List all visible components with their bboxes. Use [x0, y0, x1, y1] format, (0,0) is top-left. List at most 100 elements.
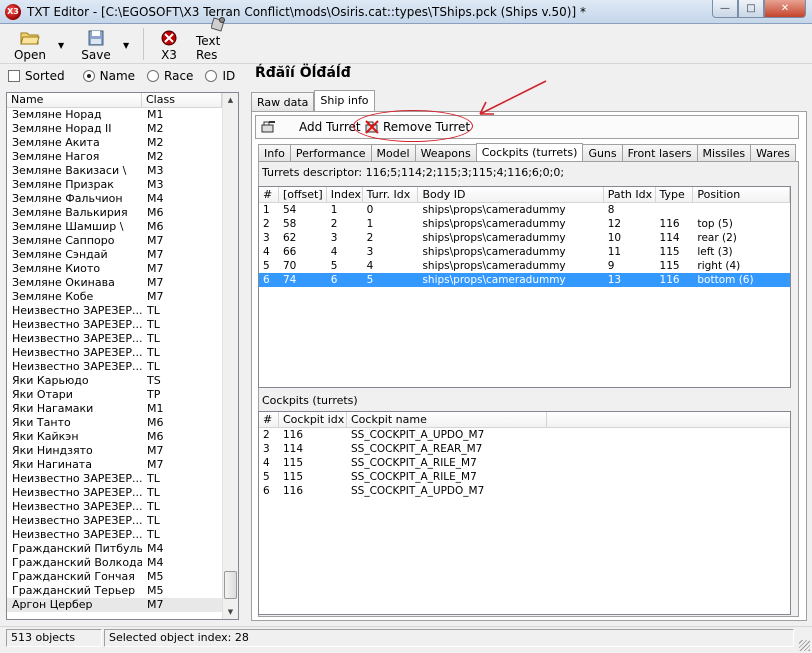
tab-wares[interactable]: Wares	[750, 144, 796, 161]
ship-class-cell: TL	[147, 318, 160, 331]
turret-column-header[interactable]: #	[259, 187, 279, 202]
add-turret-icon[interactable]	[260, 118, 276, 135]
turret-column-header[interactable]: Turr. Idx	[363, 187, 419, 202]
name-radio[interactable]: Name	[82, 69, 135, 83]
scroll-up-arrow-icon[interactable]: ▲	[223, 93, 238, 107]
ship-list-scrollbar[interactable]: ▲ ▼	[222, 93, 238, 619]
turret-column-header[interactable]: Index	[327, 187, 363, 202]
save-dropdown-arrow-icon[interactable]: ▼	[123, 41, 129, 50]
tab-performance[interactable]: Performance	[289, 144, 372, 161]
turret-column-header[interactable]: Type	[656, 187, 694, 202]
cockpit-row[interactable]: 5 115 SS_COCKPIT_A_RILE_M7	[259, 470, 790, 484]
save-button[interactable]: Save	[80, 26, 112, 62]
turrets-table[interactable]: # [offset] Index Turr. Idx Body ID Path Idx Ty…	[258, 186, 791, 388]
list-item[interactable]: Земляне Норад M1	[7, 108, 238, 122]
list-item[interactable]: Неизвестно ЗАРЕЗЕР... TL	[7, 360, 238, 374]
list-item[interactable]: Земляне Валькирия M6	[7, 206, 238, 220]
minimize-button[interactable]: —	[712, 0, 738, 18]
list-item[interactable]: Земляне Нагоя M2	[7, 150, 238, 164]
turret-row[interactable]: 2 58 2 1 ships\props\cameradummy 12 116 top (5)	[259, 217, 790, 231]
list-item[interactable]: Земляне Норад II M2	[7, 122, 238, 136]
list-item[interactable]: Земляне Сэндай M7	[7, 248, 238, 262]
cockpit-row[interactable]: 4 115 SS_COCKPIT_A_RILE_M7	[259, 456, 790, 470]
list-item[interactable]: Неизвестно ЗАРЕЗЕР... TL	[7, 528, 238, 542]
turret-row[interactable]: 1 54 1 0 ships\props\cameradummy 8	[259, 203, 790, 217]
cockpits-table[interactable]: # Cockpit idx Cockpit name 2 116 SS_COCKPIT_…	[258, 411, 791, 615]
tab-weapons[interactable]: Weapons	[414, 144, 477, 161]
list-item[interactable]: Неизвестно ЗАРЕЗЕР... TL	[7, 472, 238, 486]
turret-row[interactable]: 6 74 6 5 ships\props\cameradummy 13 116 bottom …	[259, 273, 790, 287]
list-item[interactable]: Неизвестно ЗАРЕЗЕР... TL	[7, 514, 238, 528]
open-button[interactable]: Open	[12, 26, 48, 62]
list-item[interactable]: Земляне Кобе M7	[7, 290, 238, 304]
ship-name-cell: Земляне Кобе	[12, 290, 94, 303]
list-item[interactable]: Неизвестно ЗАРЕЗЕР... TL	[7, 318, 238, 332]
list-item[interactable]: Яки Отари TP	[7, 388, 238, 402]
ship-class-cell: TL	[147, 360, 160, 373]
ship-class-cell: M6	[147, 416, 164, 429]
tab-ship-info[interactable]: Ship info	[314, 90, 375, 112]
cockpit-column-header[interactable]: #	[259, 412, 279, 427]
list-item[interactable]: Земляне Призрак M3	[7, 178, 238, 192]
turret-column-header[interactable]: Path Idx	[604, 187, 656, 202]
tab-guns[interactable]: Guns	[582, 144, 623, 161]
list-item[interactable]: Неизвестно ЗАРЕЗЕР... TL	[7, 304, 238, 318]
list-item[interactable]: Земляне Вакизаси \ M3	[7, 164, 238, 178]
list-item[interactable]: Неизвестно ЗАРЕЗЕР... TL	[7, 486, 238, 500]
cockpit-row[interactable]: 2 116 SS_COCKPIT_A_UPDO_M7	[259, 428, 790, 442]
scroll-down-arrow-icon[interactable]: ▼	[223, 605, 238, 619]
scrollbar-thumb[interactable]	[224, 571, 237, 599]
tab-missiles[interactable]: Missiles	[696, 144, 752, 161]
list-item[interactable]: Земляне Шамшир \ M6	[7, 220, 238, 234]
column-header-class[interactable]: Class	[142, 93, 222, 107]
tab-model[interactable]: Model	[370, 144, 416, 161]
race-radio[interactable]: Race	[147, 69, 193, 83]
list-item[interactable]: Аргон Цербер M7	[7, 598, 238, 612]
text-res-button[interactable]: Text Res	[196, 17, 242, 62]
sorted-checkbox[interactable]: Sorted	[8, 69, 65, 83]
list-item[interactable]: Яки Кайкэн M6	[7, 430, 238, 444]
turret-row[interactable]: 4 66 4 3 ships\props\cameradummy 11 115 left (3…	[259, 245, 790, 259]
list-item[interactable]: Земляне Фальчион M4	[7, 192, 238, 206]
list-item[interactable]: Яки Нагамаки M1	[7, 402, 238, 416]
open-dropdown-arrow-icon[interactable]: ▼	[58, 41, 64, 50]
tab-raw-data[interactable]: Raw data	[251, 92, 315, 112]
add-turret-button[interactable]: Add Turret	[299, 118, 361, 135]
list-item[interactable]: Яки Танто M6	[7, 416, 238, 430]
turret-cell: 1	[263, 204, 270, 216]
cockpit-column-header[interactable]: Cockpit idx	[279, 412, 347, 427]
list-item[interactable]: Неизвестно ЗАРЕЗЕР... TL	[7, 332, 238, 346]
list-item[interactable]: Земляне Киото M7	[7, 262, 238, 276]
turret-row[interactable]: 3 62 3 2 ships\props\cameradummy 10 114 rear (2…	[259, 231, 790, 245]
list-item[interactable]: Земляне Акита M2	[7, 136, 238, 150]
list-item[interactable]: Гражданский Терьер M5	[7, 584, 238, 598]
turret-row[interactable]: 5 70 5 4 ships\props\cameradummy 9 115 right (4…	[259, 259, 790, 273]
maximize-button[interactable]: □	[738, 0, 764, 18]
cockpit-column-header[interactable]: Cockpit name	[347, 412, 547, 427]
list-item[interactable]: Яки Ниндзято M7	[7, 444, 238, 458]
list-item[interactable]: Неизвестно ЗАРЕЗЕР... TL	[7, 500, 238, 514]
cockpit-row[interactable]: 3 114 SS_COCKPIT_A_REAR_M7	[259, 442, 790, 456]
tab-front-lasers[interactable]: Front lasers	[621, 144, 698, 161]
tab-cockpits-turrets[interactable]: Cockpits (turrets)	[475, 143, 584, 162]
list-item[interactable]: Яки Карьюдо TS	[7, 374, 238, 388]
column-header-name[interactable]: Name	[7, 93, 142, 107]
list-item[interactable]: Яки Нагината M7	[7, 458, 238, 472]
list-item[interactable]: Гражданский Гончая M5	[7, 570, 238, 584]
id-radio[interactable]: ID	[205, 69, 235, 83]
resize-grip-icon[interactable]	[799, 640, 810, 651]
tab-info[interactable]: Info	[258, 144, 291, 161]
list-item[interactable]: Гражданский Питбуль M4	[7, 542, 238, 556]
cockpit-row[interactable]: 6 116 SS_COCKPIT_A_UPDO_M7	[259, 484, 790, 498]
turret-column-header[interactable]: Position	[693, 187, 790, 202]
list-item[interactable]: Земляне Окинава M7	[7, 276, 238, 290]
turret-column-header[interactable]: Body ID	[418, 187, 604, 202]
list-item[interactable]: Неизвестно ЗАРЕЗЕР... TL	[7, 346, 238, 360]
close-button[interactable]: ✕	[764, 0, 806, 18]
list-item[interactable]: Земляне Саппоро M7	[7, 234, 238, 248]
ship-list[interactable]: Name Class Земляне Норад M1 Земляне Норад …	[6, 92, 239, 620]
list-item[interactable]: Гражданский Волкодав M4	[7, 556, 238, 570]
x3-button[interactable]: X3	[156, 26, 182, 62]
turret-column-header[interactable]: [offset]	[279, 187, 327, 202]
cockpit-cell: 115	[283, 457, 304, 469]
